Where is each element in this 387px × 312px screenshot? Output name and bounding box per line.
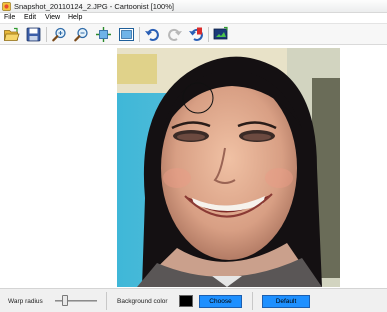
save-button[interactable] — [25, 26, 42, 43]
menu-help[interactable]: Help — [68, 14, 82, 21]
undo-icon — [145, 28, 159, 41]
photo[interactable] — [117, 48, 340, 287]
background-color-label: Background color — [117, 298, 168, 305]
default-button[interactable]: Default — [262, 295, 310, 308]
toolbar — [0, 23, 387, 45]
warp-radius-slider-thumb[interactable] — [62, 295, 69, 306]
export-icon — [213, 26, 228, 40]
panel-divider — [106, 292, 107, 310]
zoom-out-button[interactable] — [73, 26, 90, 43]
reset-icon — [189, 27, 203, 41]
zoom-out-icon — [74, 27, 88, 42]
app-icon — [2, 2, 11, 11]
bottom-panel: Warp radius Background color Choose Defa… — [0, 288, 387, 312]
toolbar-separator — [46, 27, 47, 42]
zoom-in-icon — [52, 27, 66, 42]
redo-button[interactable] — [166, 26, 183, 43]
menu-view[interactable]: View — [45, 14, 60, 21]
menu-file[interactable]: File — [4, 14, 15, 21]
actual-size-button[interactable] — [118, 26, 135, 43]
toolbar-separator — [139, 27, 140, 42]
panel-divider — [252, 292, 253, 310]
undo-button[interactable] — [144, 26, 161, 43]
export-button[interactable] — [212, 26, 229, 43]
menu-edit[interactable]: Edit — [24, 14, 36, 21]
open-folder-icon — [3, 27, 20, 41]
fit-window-button[interactable] — [95, 26, 112, 43]
fit-to-window-icon — [96, 27, 111, 42]
choose-button[interactable]: Choose — [199, 295, 242, 308]
menu-bar: File Edit View Help — [0, 13, 387, 23]
title-bar: Snapshot_20110124_2.JPG - Cartoonist [10… — [0, 0, 387, 13]
portrait-image — [117, 48, 340, 287]
actual-size-icon — [119, 28, 134, 41]
image-canvas[interactable] — [0, 45, 387, 288]
redo-icon — [168, 28, 182, 41]
reset-button[interactable] — [188, 26, 205, 43]
zoom-in-button[interactable] — [51, 26, 68, 43]
warp-radius-label: Warp radius — [8, 298, 43, 305]
background-color-swatch[interactable] — [179, 295, 193, 307]
window-title: Snapshot_20110124_2.JPG - Cartoonist [10… — [14, 2, 174, 11]
open-button[interactable] — [3, 26, 20, 43]
toolbar-separator — [208, 27, 209, 42]
save-icon — [26, 27, 41, 42]
